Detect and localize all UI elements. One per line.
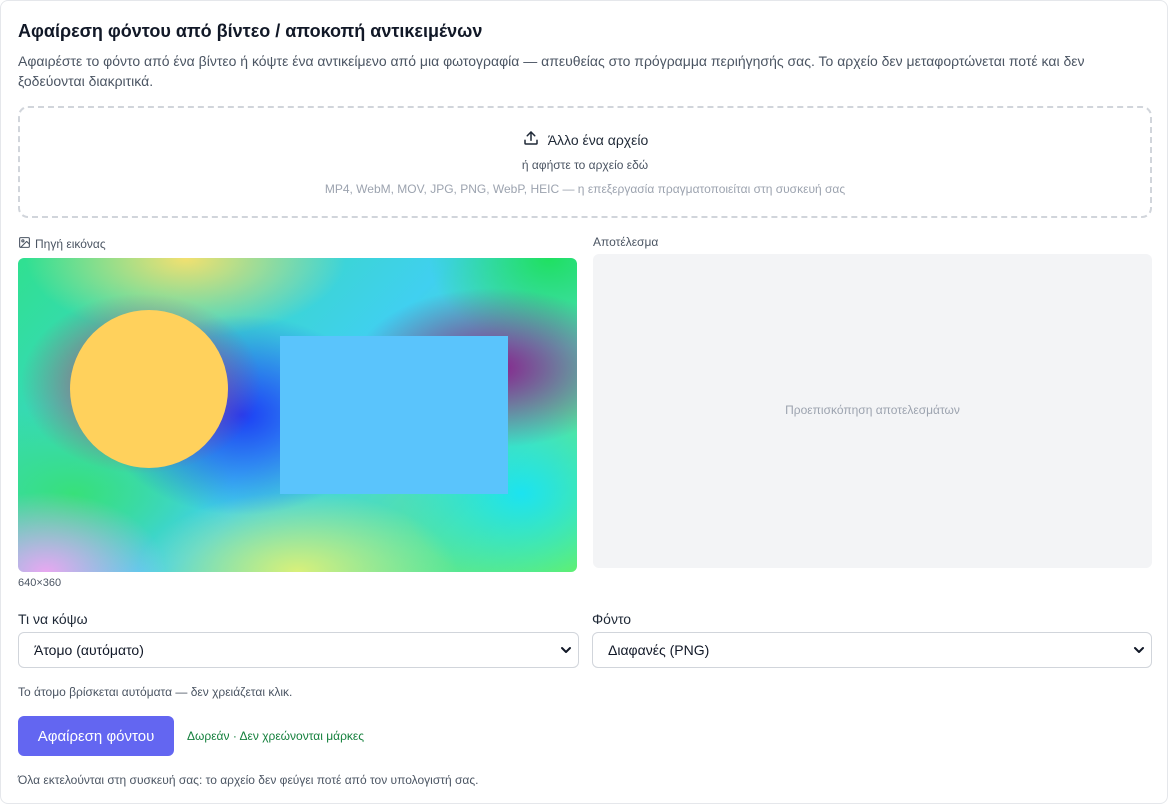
tool-card: Αφαίρεση φόντου από βίντεο / αποκοπή αντ… bbox=[0, 0, 1168, 804]
cut-target-label: Τι να κόψω bbox=[18, 611, 88, 627]
supported-formats: MP4, WebM, MOV, JPG, PNG, WebP, HEIC — η… bbox=[324, 182, 846, 196]
remove-background-button[interactable]: Αφαίρεση φόντου bbox=[18, 716, 174, 756]
chevron-down-icon bbox=[561, 647, 571, 653]
page-description: Αφαιρέστε το φόντο από ένα βίντεο ή κόψτ… bbox=[18, 53, 1085, 89]
cut-target-value: Άτομο (αυτόματο) bbox=[34, 642, 144, 658]
source-label-text: Πηγή εικόνας bbox=[35, 237, 106, 251]
auto-detect-note: Το άτομο βρίσκεται αυτόματα — δεν χρειάζ… bbox=[18, 685, 293, 699]
choose-file-button[interactable]: Άλλο ένα αρχείο bbox=[20, 129, 1150, 150]
result-placeholder: Προεπισκόπηση αποτελεσμάτων bbox=[785, 403, 960, 417]
cut-target-select[interactable]: Άτομο (αυτόματο) bbox=[18, 632, 579, 668]
file-dropzone[interactable]: Άλλο ένα αρχείο ή αφήστε το αρχείο εδώ M… bbox=[18, 106, 1152, 218]
image-circle-shape bbox=[70, 310, 228, 468]
source-dimensions: 640×360 bbox=[18, 577, 62, 589]
source-label: Πηγή εικόνας bbox=[18, 236, 106, 252]
drop-hint: ή αφήστε το αρχείο εδώ bbox=[521, 158, 649, 172]
chevron-down-icon bbox=[1134, 647, 1144, 653]
result-preview: Προεπισκόπηση αποτελεσμάτων bbox=[593, 254, 1152, 568]
image-rectangle-shape bbox=[280, 336, 508, 494]
upload-icon bbox=[522, 129, 540, 150]
choose-file-label: Άλλο ένα αρχείο bbox=[547, 131, 649, 148]
source-preview-image bbox=[18, 258, 577, 572]
background-select[interactable]: Διαφανές (PNG) bbox=[592, 632, 1152, 668]
background-label: Φόντο bbox=[592, 611, 632, 627]
page-title: Αφαίρεση φόντου από βίντεο / αποκοπή αντ… bbox=[18, 21, 483, 41]
result-label: Αποτέλεσμα bbox=[593, 235, 659, 249]
background-value: Διαφανές (PNG) bbox=[608, 642, 710, 658]
free-badge: Δωρεάν · Δεν χρεώνονται μάρκες bbox=[187, 729, 365, 743]
privacy-note: Όλα εκτελούνται στη συσκευή σας: το αρχε… bbox=[18, 773, 479, 787]
image-icon bbox=[18, 236, 31, 252]
